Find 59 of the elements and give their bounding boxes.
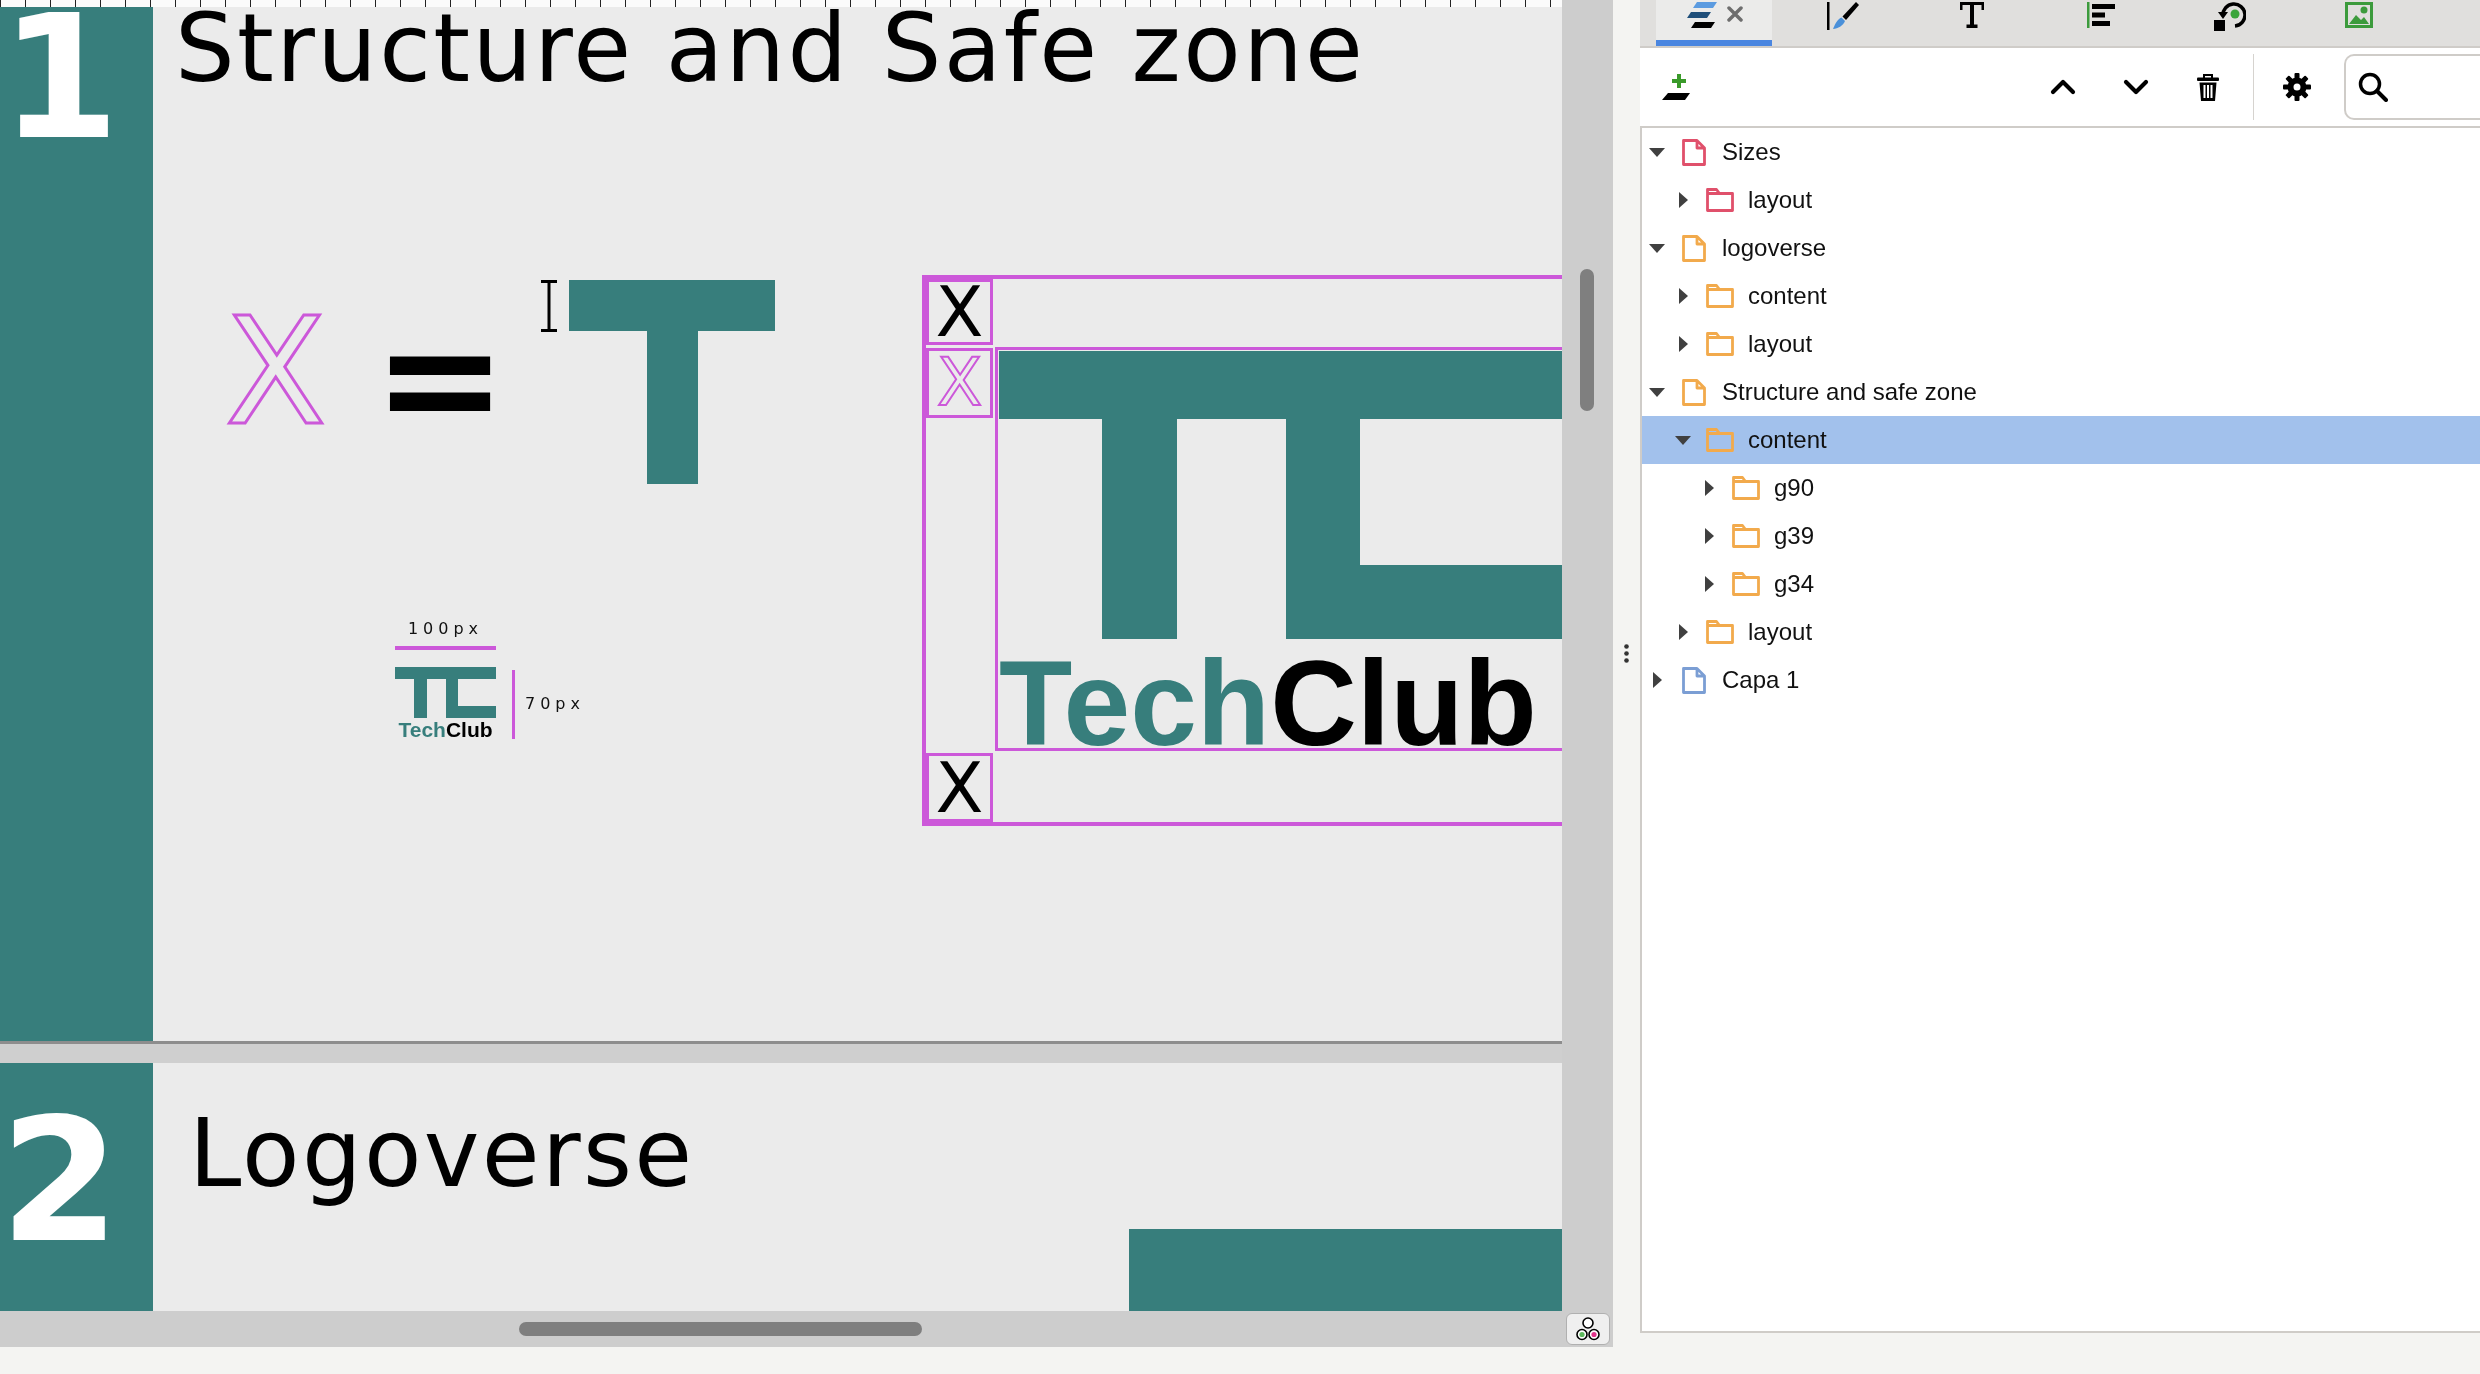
expand-triangle-icon[interactable] bbox=[1704, 528, 1714, 544]
layer-row[interactable]: content bbox=[1642, 272, 2480, 320]
logo-wordmark: TechClub bbox=[398, 722, 493, 739]
chevron-down-icon[interactable] bbox=[2123, 79, 2149, 95]
layer-row[interactable]: g34 bbox=[1642, 560, 2480, 608]
align-left-icon bbox=[2087, 2, 2115, 28]
dock-tab[interactable] bbox=[1656, 0, 1772, 46]
page-title: Logoverse bbox=[189, 1098, 695, 1210]
text-icon bbox=[1960, 2, 1984, 28]
expand-triangle-icon[interactable] bbox=[1649, 147, 1665, 157]
scrollbar-thumb[interactable] bbox=[1580, 269, 1594, 411]
margin-letter: X bbox=[935, 284, 984, 340]
circular-arrow-icon bbox=[2214, 2, 2246, 32]
add-layer-icon[interactable] bbox=[1662, 74, 1690, 100]
page-number: 1 bbox=[0, 9, 120, 147]
expand-triangle-icon[interactable] bbox=[1704, 480, 1714, 496]
dimension-line bbox=[512, 669, 515, 739]
settings-icon[interactable] bbox=[2283, 73, 2311, 101]
trash-icon[interactable] bbox=[2197, 73, 2219, 101]
chevron-up-icon[interactable] bbox=[2050, 79, 2076, 95]
page-title: Structure and Safe zone bbox=[175, 7, 1366, 92]
close-icon[interactable] bbox=[1727, 6, 1743, 22]
logo-wordmark: TechClub bbox=[999, 658, 1537, 748]
paintbrush-icon bbox=[1827, 2, 1859, 30]
search-field[interactable] bbox=[2344, 54, 2480, 120]
drag-handle-icon[interactable] bbox=[1624, 644, 1629, 663]
dimension-label: 70px bbox=[525, 696, 585, 713]
three-circles-icon bbox=[1575, 1317, 1601, 1341]
dimension-label: 100px bbox=[407, 621, 484, 637]
page-number: 2 bbox=[0, 1112, 120, 1250]
expand-triangle-icon[interactable] bbox=[1649, 243, 1665, 253]
expand-triangle-icon[interactable] bbox=[1649, 387, 1665, 397]
margin-letter: X bbox=[935, 759, 984, 816]
text-cursor-icon bbox=[541, 280, 557, 332]
image-icon bbox=[2345, 2, 2373, 28]
expand-triangle-icon[interactable] bbox=[1678, 624, 1688, 640]
expand-triangle-icon[interactable] bbox=[1704, 576, 1714, 592]
scrollbar-thumb[interactable] bbox=[519, 1322, 922, 1336]
layer-row[interactable]: layout bbox=[1642, 176, 2480, 224]
expand-triangle-icon[interactable] bbox=[1678, 192, 1688, 208]
margin-letter: X bbox=[936, 356, 983, 410]
expand-triangle-icon[interactable] bbox=[1652, 672, 1662, 688]
expand-triangle-icon[interactable] bbox=[1675, 435, 1691, 445]
layer-row[interactable]: logoverse bbox=[1642, 224, 2480, 272]
equals-sign: = bbox=[373, 299, 508, 459]
corner-button[interactable] bbox=[1566, 1313, 1610, 1345]
layer-row[interactable]: g39 bbox=[1642, 512, 2480, 560]
layers-icon bbox=[1685, 2, 1717, 28]
layer-row[interactable]: Structure and safe zone bbox=[1642, 368, 2480, 416]
layer-row[interactable]: Sizes bbox=[1642, 128, 2480, 176]
layer-row[interactable]: layout bbox=[1642, 608, 2480, 656]
layer-row[interactable]: Capa 1 bbox=[1642, 656, 2480, 704]
formula-letter: X bbox=[225, 313, 327, 432]
expand-triangle-icon[interactable] bbox=[1678, 288, 1688, 304]
layer-row[interactable]: g90 bbox=[1642, 464, 2480, 512]
search-icon bbox=[2358, 72, 2388, 102]
layer-row[interactable]: content bbox=[1642, 416, 2480, 464]
layer-row[interactable]: layout bbox=[1642, 320, 2480, 368]
expand-triangle-icon[interactable] bbox=[1678, 336, 1688, 352]
